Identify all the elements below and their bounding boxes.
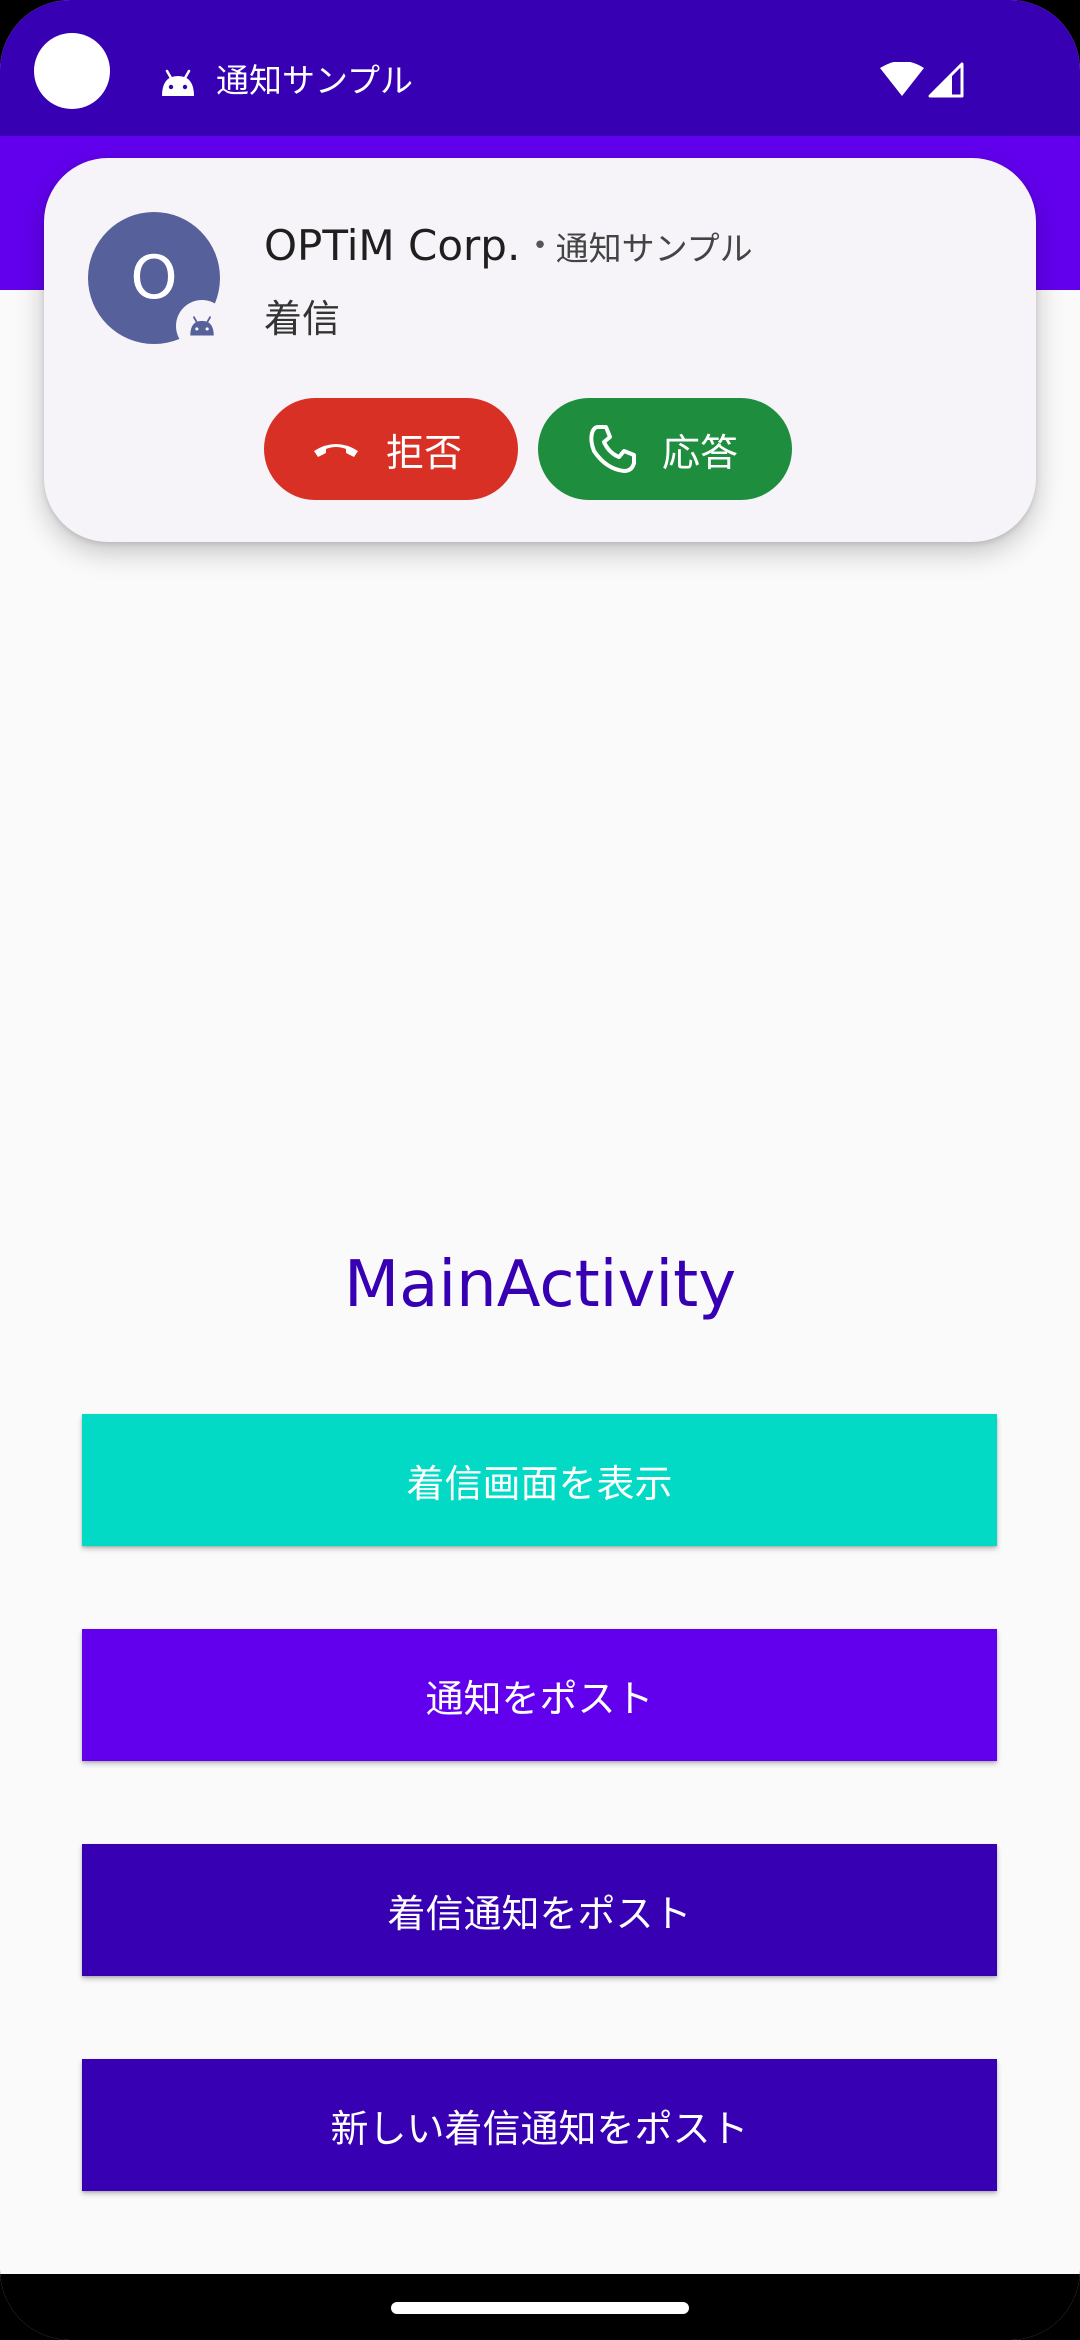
header-separator: • [532,231,548,261]
device-screen: 通知サンプル O OPTiM Corp. • 通知サンプル 着信 拒否 応答 M… [0,0,1080,2340]
avatar-letter: O [130,243,178,313]
answer-button[interactable]: 応答 [538,398,792,500]
signal-icon [928,62,964,98]
caller-name: OPTiM Corp. [264,221,521,270]
post-incoming-notification-button[interactable]: 着信通知をポスト [82,1844,997,1976]
notification-header: OPTiM Corp. • 通知サンプル [264,220,753,275]
decline-label: 拒否 [386,430,463,475]
answer-label: 応答 [662,430,739,475]
home-gesture-handle[interactable] [391,2302,689,2314]
page-title: MainActivity [343,1248,737,1322]
wifi-icon [880,62,924,96]
decline-button[interactable]: 拒否 [264,398,518,500]
camera-cutout [34,33,110,109]
show-incoming-screen-button[interactable]: 着信画面を表示 [82,1414,997,1546]
notification-text: 着信 [264,297,341,341]
app-badge [176,300,228,352]
call-end-icon [314,444,358,457]
android-icon [162,69,194,96]
phone-icon [589,425,636,473]
post-notification-button[interactable]: 通知をポスト [82,1629,997,1761]
notification-app-name: 通知サンプル [555,229,753,268]
android-badge-icon [190,316,214,336]
status-app-name: 通知サンプル [216,61,414,100]
post-new-incoming-notification-button[interactable]: 新しい着信通知をポスト [82,2059,997,2191]
incoming-call-notification[interactable]: O OPTiM Corp. • 通知サンプル 着信 拒否 応答 [44,158,1036,542]
status-bar: 通知サンプル [0,0,1080,136]
